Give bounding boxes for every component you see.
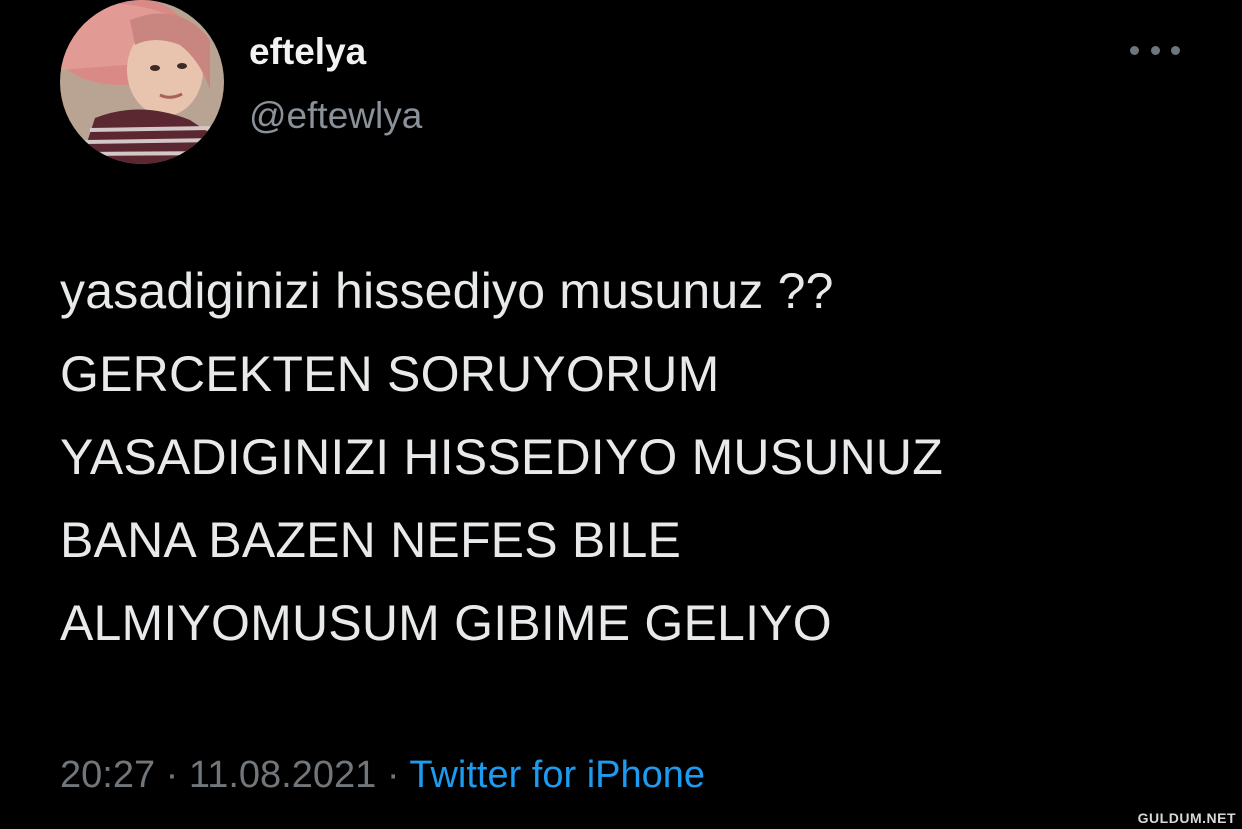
display-name[interactable]: eftelya: [249, 30, 422, 74]
avatar[interactable]: [60, 0, 224, 164]
tweet-line: YASADIGINIZI HISSEDIYO MUSUNUZ: [60, 429, 943, 485]
tweet-text: yasadiginizi hissediyo musunuz ?? GERCEK…: [60, 250, 1210, 665]
user-handle[interactable]: @eftewlya: [249, 94, 422, 138]
user-names: eftelya @eftewlya: [249, 30, 422, 138]
profile-photo-icon: [60, 0, 224, 164]
tweet-line: BANA BAZEN NEFES BILE: [60, 512, 682, 568]
tweet-date[interactable]: 11.08.2021: [189, 754, 376, 796]
tweet-card: eftelya @eftewlya yasadiginizi hissediyo…: [0, 0, 1242, 829]
tweet-meta: 20:27 · 11.08.2021 · Twitter for iPhone: [60, 750, 705, 800]
tweet-line: ALMIYOMUSUM GIBIME GELIYO: [60, 595, 832, 651]
more-dot: [1150, 45, 1160, 55]
tweet-line: yasadiginizi hissediyo musunuz ??: [60, 263, 834, 319]
tweet-line: GERCEKTEN SORUYORUM: [60, 346, 720, 402]
more-dot: [1171, 45, 1180, 55]
meta-separator: ·: [386, 754, 400, 796]
more-options-icon[interactable]: [1130, 38, 1180, 62]
watermark: GULDUM.NET: [1137, 810, 1236, 826]
tweet-source-link[interactable]: Twitter for iPhone: [409, 754, 705, 796]
more-dot: [1130, 45, 1139, 55]
meta-separator: ·: [165, 754, 179, 796]
tweet-time[interactable]: 20:27: [60, 754, 155, 796]
